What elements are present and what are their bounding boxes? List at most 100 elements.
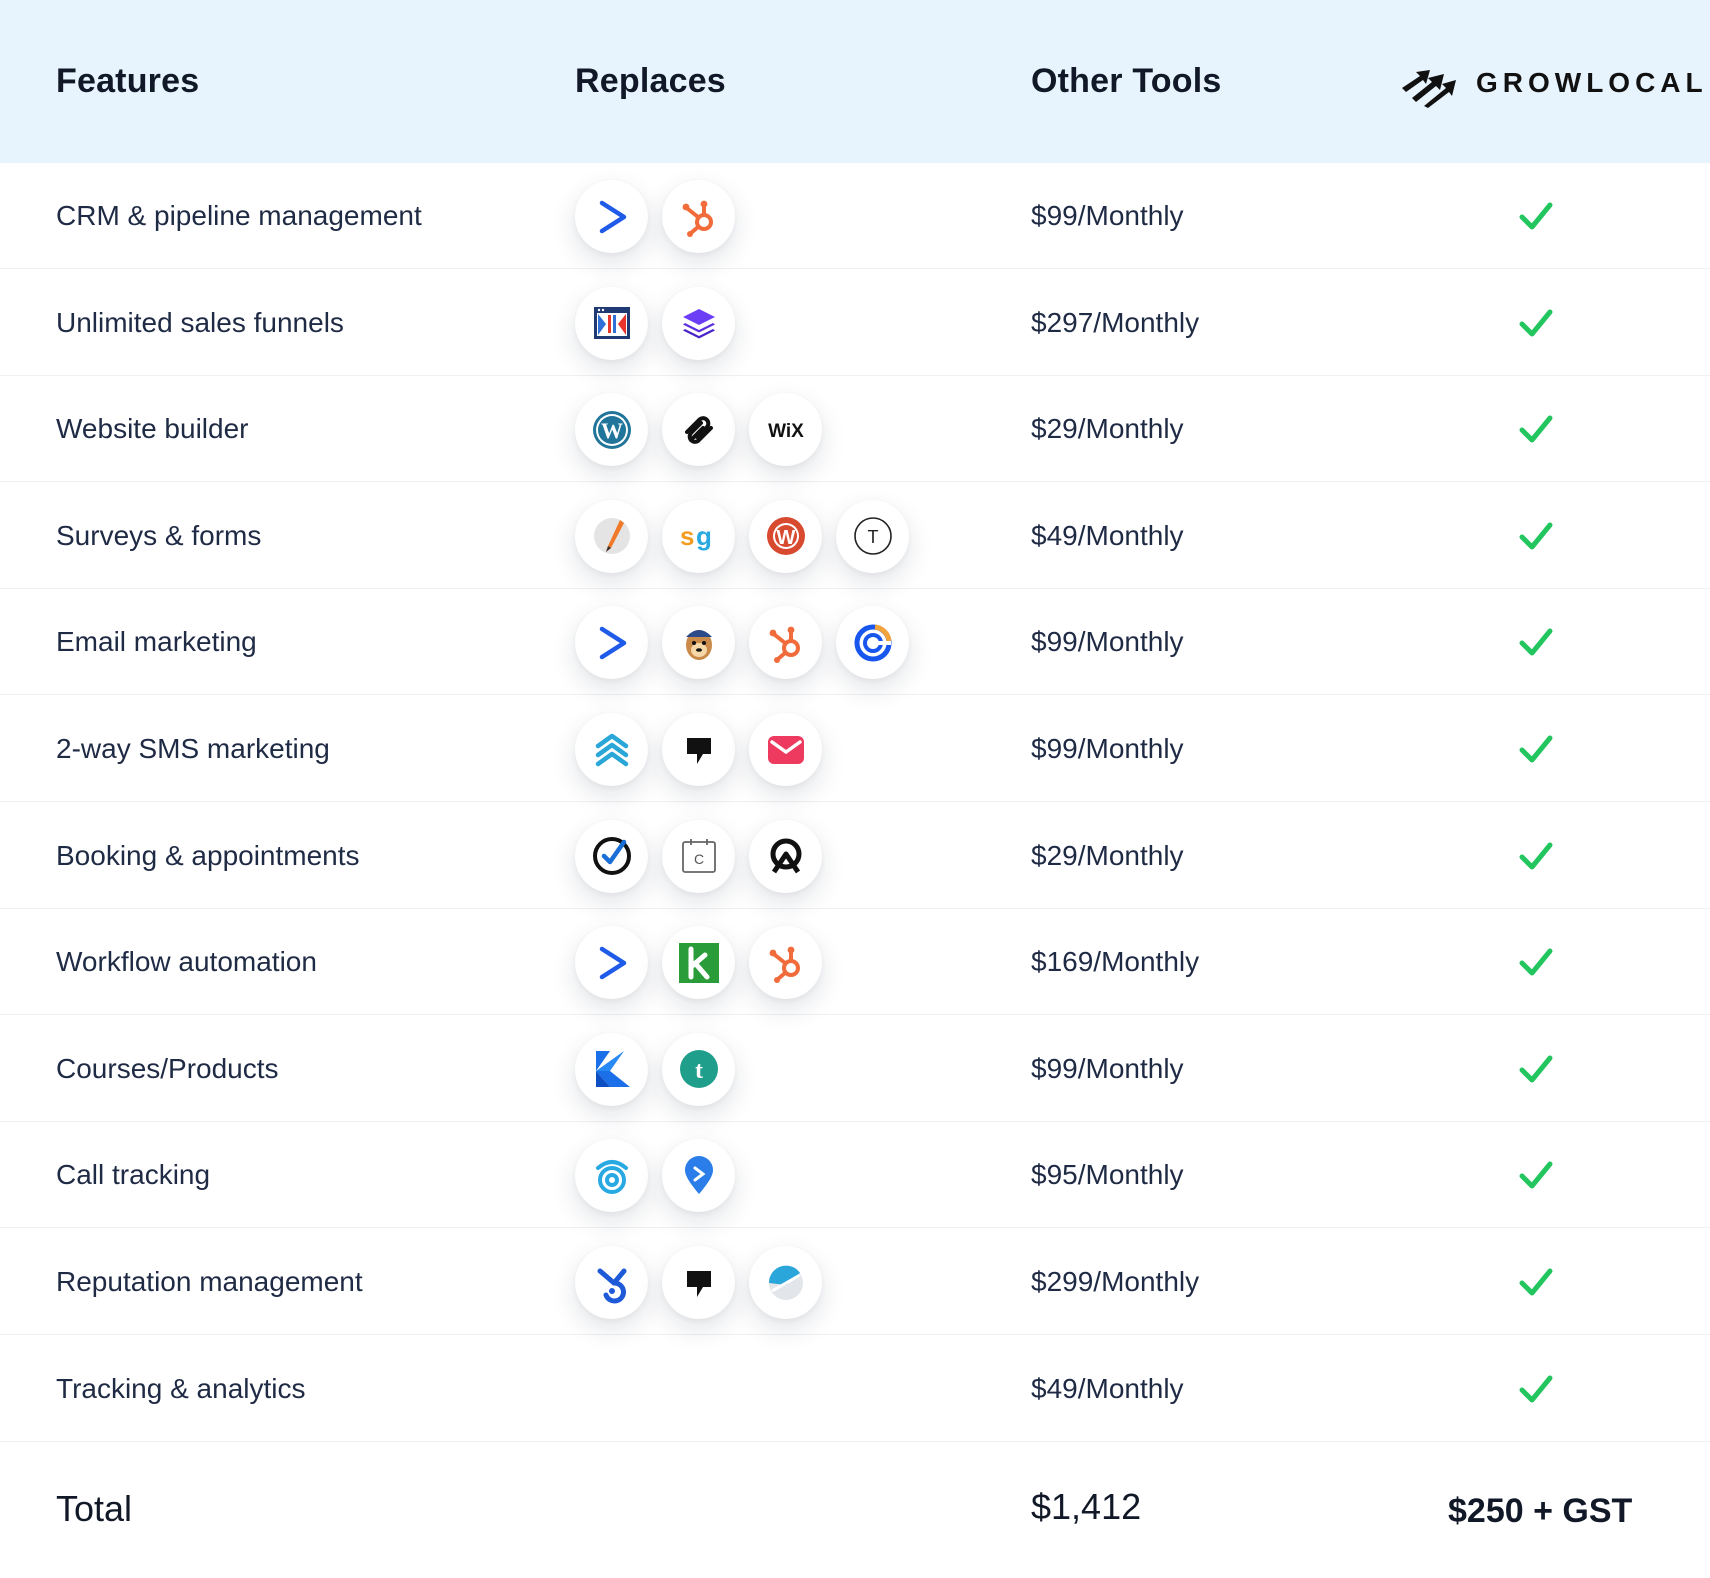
- table-row: Surveys & forms s g W T $49/Monthly: [0, 483, 1710, 589]
- svg-text:T: T: [867, 527, 878, 547]
- feature-name: Booking & appointments: [56, 839, 360, 871]
- table-row: Tracking & analytics $49/Monthly: [0, 1336, 1710, 1442]
- birdeye-icon: [575, 1246, 648, 1319]
- table-row: CRM & pipeline management $99/Monthly: [0, 163, 1710, 269]
- other-tools-price: $49/Monthly: [1031, 519, 1184, 551]
- table-row: Email marketing $99/Monthly: [0, 589, 1710, 696]
- checkmark-icon: [1518, 1158, 1554, 1192]
- hubspot-icon: [749, 926, 822, 1000]
- brand-name: GROWLOCAL: [1476, 67, 1708, 98]
- svg-text:WiX: WiX: [768, 421, 804, 442]
- other-tools-price: $99/Monthly: [1031, 200, 1184, 231]
- feature-name: Unlimited sales funnels: [56, 306, 344, 338]
- header-other-tools: Other Tools: [1031, 62, 1222, 100]
- growlocal-arrows-icon: [1402, 70, 1456, 108]
- squarespace-icon: [662, 393, 735, 467]
- table-header: Features Replaces Other Tools GROWLOCAL: [0, 0, 1710, 163]
- feature-name: 2-way SMS marketing: [56, 733, 330, 764]
- podium-icon: [662, 713, 735, 786]
- other-tools-price: $297/Monthly: [1031, 306, 1200, 338]
- replaced-tools: C: [575, 819, 822, 893]
- hubspot-icon: [749, 606, 822, 680]
- mailchimp-icon: [662, 606, 735, 680]
- feature-name: Tracking & analytics: [56, 1372, 306, 1404]
- table-row: Website builder W WiX $29/Monthly: [0, 376, 1710, 483]
- total-growlocal: $250 + GST: [1448, 1492, 1633, 1530]
- feature-name: CRM & pipeline management: [56, 200, 422, 231]
- checkmark-icon: [1518, 732, 1554, 766]
- wix-icon: WiX: [749, 393, 822, 467]
- svg-text:W: W: [776, 527, 795, 549]
- podium-icon: [662, 1246, 735, 1319]
- other-tools-price: $29/Monthly: [1031, 839, 1184, 871]
- checkmark-icon: [1518, 1372, 1554, 1406]
- table-row: Booking & appointments C $29/Monthly: [0, 803, 1710, 909]
- other-tools-price: $49/Monthly: [1031, 1372, 1184, 1404]
- svg-text:W: W: [601, 418, 623, 443]
- feature-name: Email marketing: [56, 626, 257, 658]
- svg-text:g: g: [696, 521, 712, 551]
- other-tools-price: $99/Monthly: [1031, 626, 1184, 658]
- checkmark-icon: [1518, 839, 1554, 873]
- checkmark-icon: [1518, 625, 1554, 659]
- table-row: Workflow automation $169/Monthly: [0, 909, 1710, 1016]
- location-pin-icon: [662, 1139, 735, 1213]
- checkmark-icon: [1518, 412, 1554, 446]
- header-replaces: Replaces: [575, 62, 726, 100]
- checkmark-icon: [1518, 1052, 1554, 1086]
- wordpress-icon: W: [575, 393, 648, 467]
- replaced-tools: sg W T: [575, 499, 909, 573]
- envelope-icon: [749, 713, 822, 786]
- total-row: Total $1,412 $250 + GST: [0, 1442, 1710, 1578]
- replaced-tools: [575, 606, 909, 680]
- svg-text:C: C: [693, 851, 703, 867]
- typeform-icon: T: [836, 499, 909, 573]
- replaced-tools: [575, 1139, 735, 1213]
- replaced-tools: W WiX: [575, 393, 822, 467]
- activecampaign-icon: [575, 180, 648, 253]
- other-tools-price: $95/Monthly: [1031, 1159, 1184, 1191]
- table-row: Courses/Products t $99/Monthly: [0, 1016, 1710, 1122]
- feature-name: Workflow automation: [56, 946, 317, 978]
- replaced-tools: [575, 180, 735, 253]
- activecampaign-icon: [575, 926, 648, 1000]
- layers-icon: [662, 286, 735, 360]
- comparison-table: Features Replaces Other Tools GROWLOCAL …: [0, 0, 1710, 1578]
- checkmark-icon: [1518, 306, 1554, 340]
- other-tools-price: $29/Monthly: [1031, 413, 1184, 445]
- constant-contact-icon: [836, 606, 909, 680]
- chevrons-up-icon: [575, 713, 648, 786]
- teachable-icon: t: [662, 1032, 735, 1106]
- activecampaign-icon: [575, 606, 648, 680]
- checkmark-icon: [1518, 945, 1554, 979]
- checkmark-icon: [1518, 199, 1554, 233]
- feature-name: Surveys & forms: [56, 519, 262, 551]
- wufoo-icon: W: [749, 499, 822, 573]
- feature-name: Courses/Products: [56, 1052, 279, 1084]
- hubspot-icon: [662, 180, 735, 253]
- feature-name: Call tracking: [56, 1159, 211, 1191]
- other-tools-price: $299/Monthly: [1031, 1266, 1200, 1297]
- table-row: Unlimited sales funnels $297/Monthly: [0, 270, 1710, 376]
- replaced-tools: [575, 926, 822, 1000]
- acuity-icon: [749, 819, 822, 893]
- replaced-tools: [575, 713, 822, 786]
- calendly-icon: C: [662, 819, 735, 893]
- replaced-tools: [575, 1246, 822, 1319]
- other-tools-price: $169/Monthly: [1031, 946, 1200, 978]
- svg-text:s: s: [680, 521, 694, 551]
- kajabi-icon: [575, 1032, 648, 1106]
- table-row: Call tracking $95/Monthly: [0, 1122, 1710, 1229]
- checkmark-icon: [1518, 519, 1554, 553]
- replaced-tools: t: [575, 1032, 735, 1106]
- half-circle-icon: [749, 1246, 822, 1319]
- clickfunnels-icon: [575, 286, 648, 360]
- total-other-tools: $1,412: [1031, 1486, 1142, 1527]
- total-label: Total: [56, 1488, 133, 1529]
- surveygizmo-icon: sg: [662, 499, 735, 573]
- check-circle-icon: [575, 819, 648, 893]
- feature-name: Website builder: [56, 413, 249, 445]
- header-features: Features: [56, 62, 200, 100]
- table-row: Reputation management $299/Monthly: [0, 1229, 1710, 1335]
- table-row: 2-way SMS marketing $99/Monthly: [0, 696, 1710, 802]
